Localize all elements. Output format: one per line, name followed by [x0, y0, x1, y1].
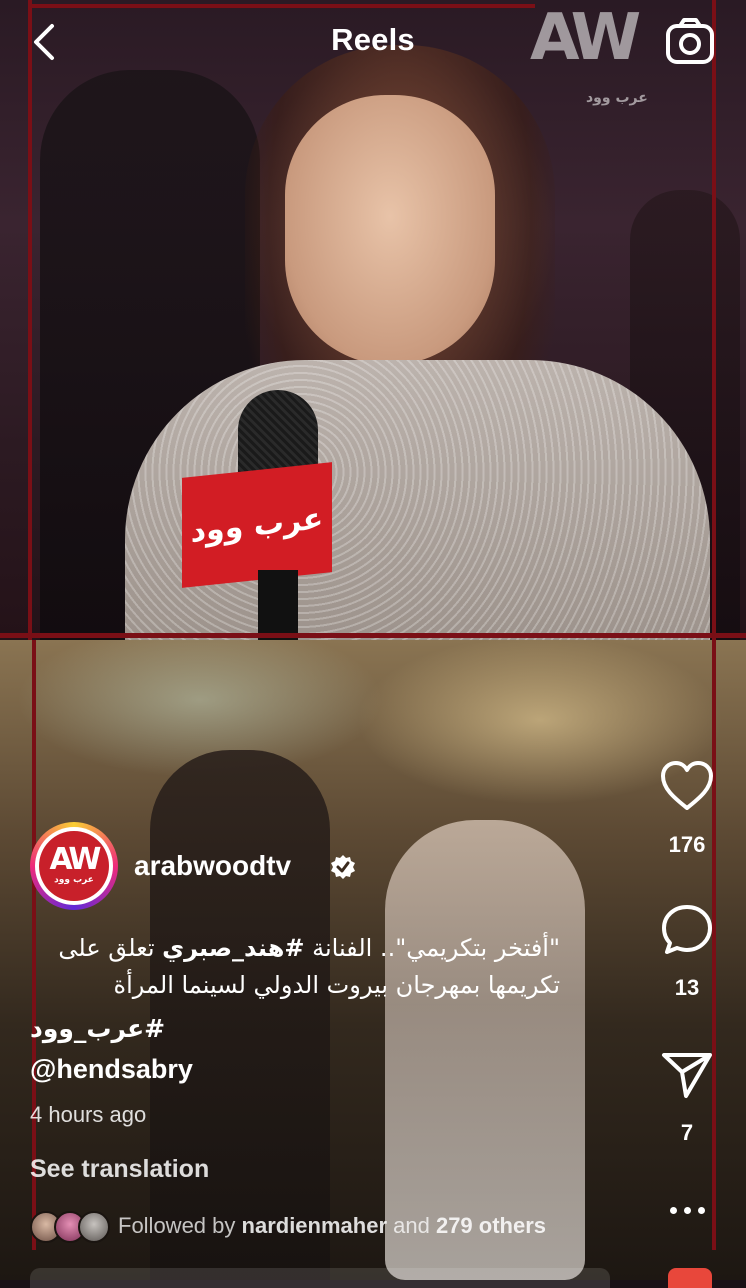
comment-action[interactable]: 13 [648, 903, 726, 1001]
hashtag-link[interactable]: #عرب_وود [30, 1014, 165, 1043]
more-options-button[interactable] [666, 1196, 710, 1226]
microphone-flag: عرب وود [182, 462, 332, 588]
avatar[interactable]: AW عرب وود [30, 822, 118, 910]
followed-by[interactable]: Followed by nardienmaher and 279 others [30, 1208, 630, 1244]
reel-author[interactable]: AW عرب وود arabwoodtv [30, 822, 390, 910]
comment-input-bar[interactable] [30, 1268, 610, 1288]
more-icon [670, 1207, 677, 1214]
share-action[interactable]: 7 [648, 1050, 726, 1146]
hashtag-link[interactable]: #هند_صبري [162, 934, 304, 962]
post-timestamp: 4 hours ago [30, 1102, 147, 1127]
more-icon [698, 1207, 705, 1214]
audio-thumbnail[interactable] [668, 1268, 712, 1288]
camera-button[interactable] [664, 16, 716, 68]
comment-count: 13 [674, 975, 700, 1000]
speaker-face [285, 95, 495, 365]
video-frame-border [0, 633, 746, 638]
reels-header: AW عرب وود Reels [0, 0, 746, 106]
comment-icon [662, 905, 712, 954]
verified-badge-icon [331, 855, 355, 879]
share-count: 7 [680, 1120, 694, 1145]
like-action[interactable]: 176 [648, 760, 726, 858]
camera-icon [666, 18, 714, 64]
caption-line-2: تكريمها بمهرجان بيروت الدولي لسينما المر… [113, 971, 560, 999]
followed-by-text: Followed by nardienmaher and 279 others [118, 1213, 547, 1238]
microphone-handle [258, 570, 298, 640]
like-count: 176 [668, 832, 706, 857]
heart-icon [661, 761, 713, 810]
page-title: Reels [331, 22, 415, 57]
reel-caption[interactable]: "أفتخر بتكريمي".. الفنانة #هند_صبري تعلق… [30, 930, 560, 1004]
follower-avatar [78, 1211, 110, 1243]
caption-line-1: "أفتخر بتكريمي".. الفنانة #هند_صبري تعلق… [58, 934, 560, 962]
avatar-logo: AW عرب وود [39, 831, 109, 901]
username[interactable]: arabwoodtv [134, 850, 291, 882]
see-translation-link[interactable]: See translation [30, 1155, 209, 1184]
video-frame-border [28, 0, 32, 640]
mention-link[interactable]: @hendsabry [30, 1054, 193, 1085]
more-icon [684, 1207, 691, 1214]
send-icon [662, 1053, 712, 1098]
